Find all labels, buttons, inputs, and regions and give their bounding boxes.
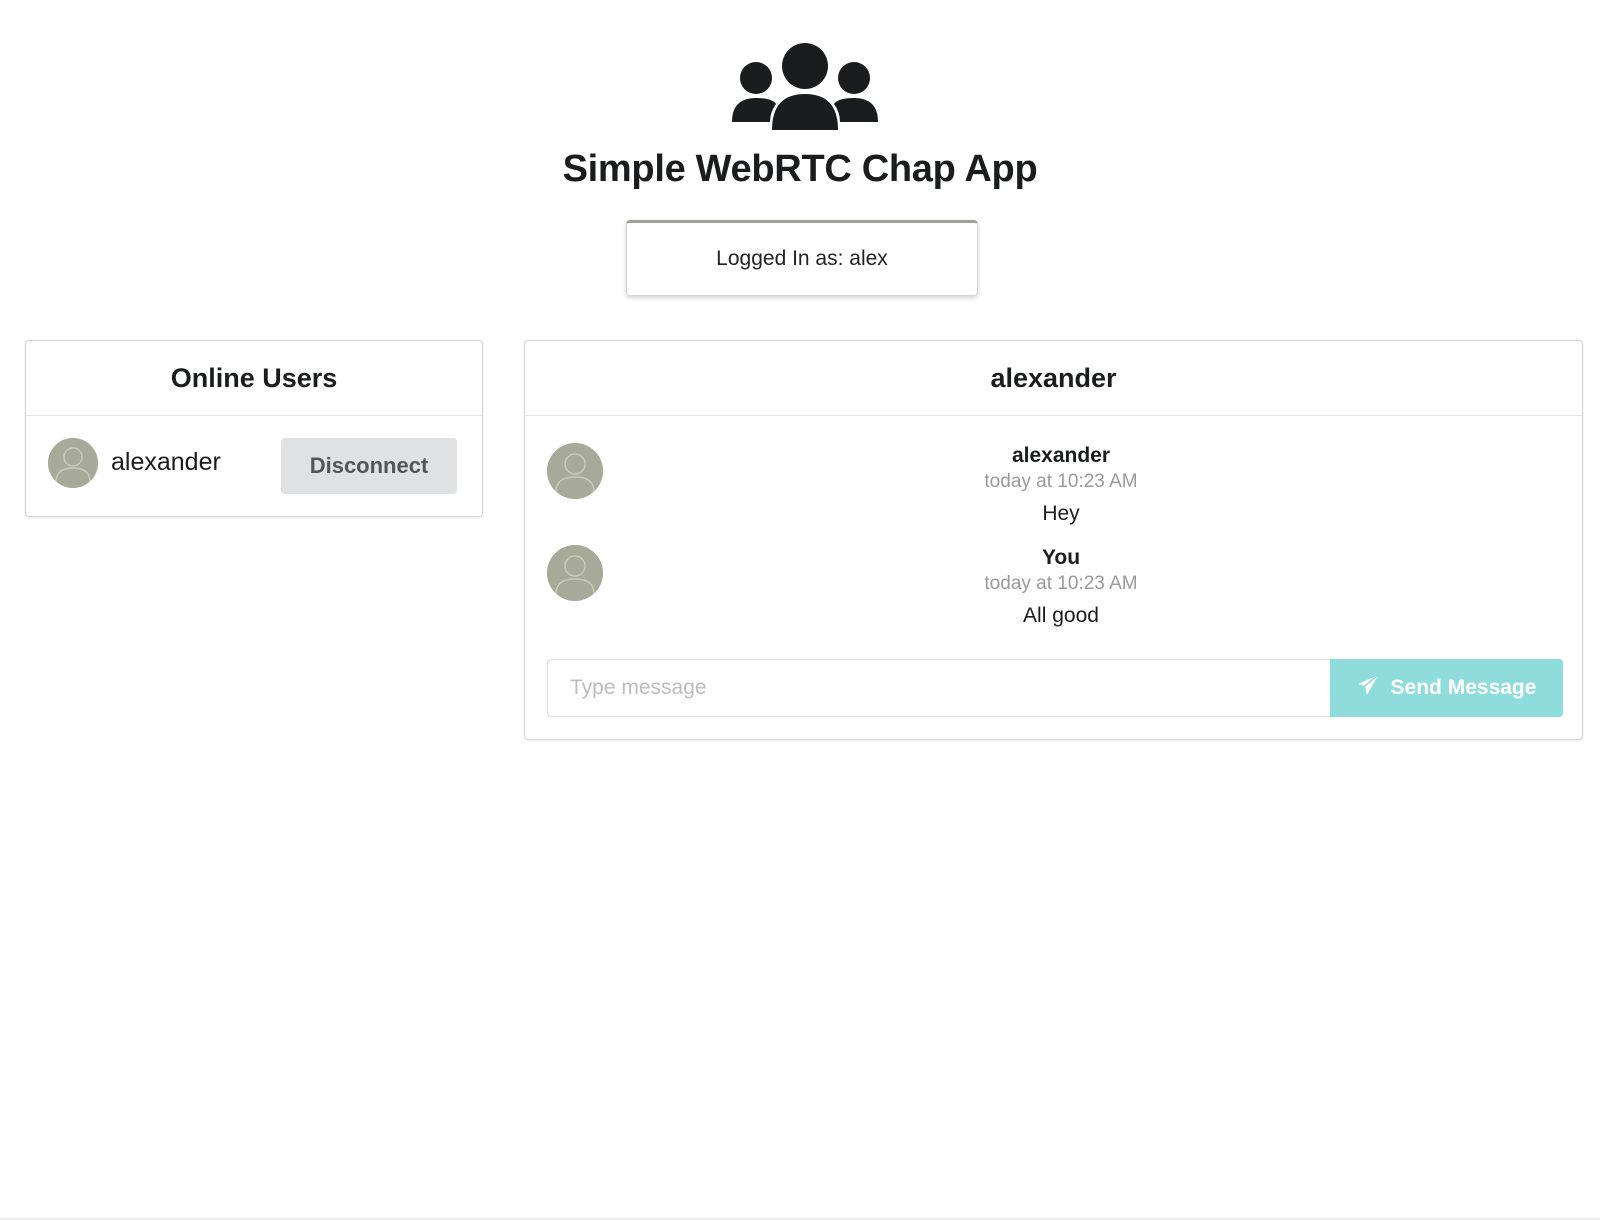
chat-message: alexander today at 10:23 AM Hey xyxy=(525,443,1582,543)
login-status-text: Logged In as: alex xyxy=(716,247,888,270)
online-users-title: Online Users xyxy=(26,341,482,416)
online-users-panel: Online Users alexander Disconnect xyxy=(25,340,483,517)
app-title: Simple WebRTC Chap App xyxy=(562,148,1038,190)
send-message-button[interactable]: Send Message xyxy=(1330,659,1563,717)
message-time: today at 10:23 AM xyxy=(984,573,1138,594)
login-status: Logged In as: alex xyxy=(626,220,978,296)
online-user-name[interactable]: alexander xyxy=(111,448,221,477)
disconnect-button[interactable]: Disconnect xyxy=(281,438,457,494)
online-user-item: alexander Disconnect xyxy=(26,416,482,518)
users-icon xyxy=(730,38,880,130)
message-input[interactable] xyxy=(547,659,1330,717)
message-text: Hey xyxy=(1042,502,1080,525)
message-input-row: Send Message xyxy=(547,659,1563,717)
message-author: You xyxy=(1041,546,1081,569)
user-avatar-icon xyxy=(48,438,98,488)
message-text: All good xyxy=(1023,604,1099,627)
message-content: You today at 10:23 AM All good xyxy=(525,545,1597,635)
send-message-label: Send Message xyxy=(1390,676,1537,699)
chat-message: You today at 10:23 AM All good xyxy=(525,545,1582,645)
message-author: alexander xyxy=(1011,444,1111,467)
chat-panel: alexander alexander today at 10:23 AM He… xyxy=(524,340,1583,740)
chat-title: alexander xyxy=(525,341,1582,416)
message-content: alexander today at 10:23 AM Hey xyxy=(525,443,1597,533)
paper-plane-icon xyxy=(1357,674,1379,702)
message-time: today at 10:23 AM xyxy=(984,471,1138,492)
